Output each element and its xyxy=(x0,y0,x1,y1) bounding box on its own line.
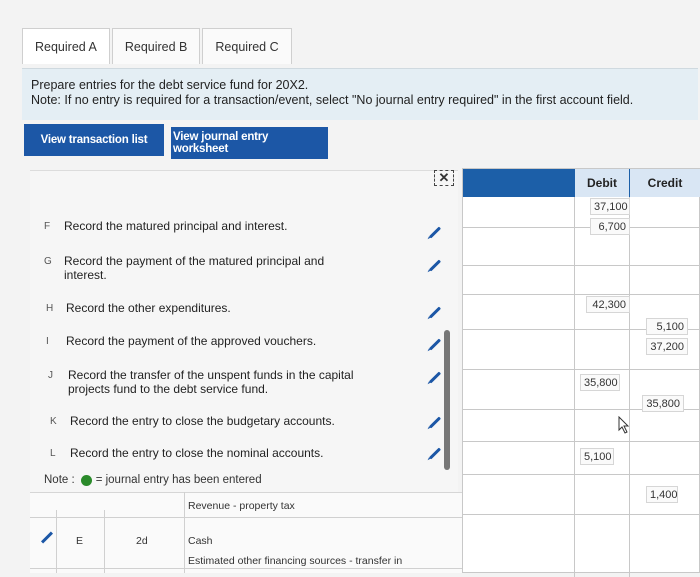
debit-value[interactable]: 5,100 xyxy=(580,448,614,465)
grid-row-line xyxy=(463,474,700,475)
tab-required-b[interactable]: Required B xyxy=(111,28,201,64)
tab-required-c[interactable]: Required C xyxy=(202,28,292,64)
instructions-panel: Prepare entries for the debt service fun… xyxy=(22,68,698,120)
note-text: = journal entry has been entered xyxy=(95,474,262,486)
account-name: Revenue - property tax xyxy=(188,500,295,512)
account-name: Cash xyxy=(188,535,213,547)
grid-row-line xyxy=(463,265,700,266)
transaction-text: Record the entry to close the budgetary … xyxy=(70,414,335,428)
transaction-item-f: F Record the matured principal and inter… xyxy=(44,219,364,234)
grid-row-line xyxy=(463,514,700,515)
grid-divider xyxy=(629,197,630,577)
view-transaction-list-button[interactable]: View transaction list xyxy=(24,124,164,156)
transaction-letter: H xyxy=(46,303,54,314)
grid-row-line xyxy=(463,227,700,228)
journal-grid: Debit Credit xyxy=(462,168,700,577)
grid-row-line xyxy=(463,441,700,442)
debit-value[interactable]: 37,100 xyxy=(590,198,630,215)
debit-value[interactable]: 42,300 xyxy=(586,296,630,313)
grid-divider xyxy=(574,197,575,577)
transaction-text: Record the payment of the approved vouch… xyxy=(66,334,317,348)
transaction-text: Record the payment of the matured princi… xyxy=(64,254,325,282)
transaction-text: Record the transfer of the unspent funds… xyxy=(68,368,354,396)
grid-row-line xyxy=(463,294,700,295)
transaction-item-g: G Record the payment of the matured prin… xyxy=(44,254,354,282)
debit-header: Debit xyxy=(575,169,629,197)
credit-header: Credit xyxy=(630,169,700,197)
table-divider xyxy=(184,492,185,573)
credit-value[interactable]: 35,800 xyxy=(642,395,684,412)
transaction-text: Record the matured principal and interes… xyxy=(64,219,288,233)
instructions-line-1: Prepare entries for the debt service fun… xyxy=(31,78,309,92)
transaction-item-l: L Record the entry to close the nominal … xyxy=(50,446,370,461)
debit-value[interactable]: 6,700 xyxy=(590,218,630,235)
transaction-item-i: I Record the payment of the approved vou… xyxy=(46,334,366,349)
transaction-letter: L xyxy=(50,448,56,459)
note-legend: Note : = journal entry has been entered xyxy=(44,474,262,486)
transaction-item-h: H Record the other expenditures. xyxy=(46,301,366,316)
grid-row-line xyxy=(463,369,700,370)
tab-bar: Required A Required B Required C xyxy=(22,28,294,64)
credit-value[interactable]: 1,400 xyxy=(646,486,678,503)
note-prefix: Note : xyxy=(44,474,75,486)
transaction-text: Record the other expenditures. xyxy=(66,301,231,315)
grid-header: Debit Credit xyxy=(463,169,700,197)
transaction-date: 2d xyxy=(136,535,148,547)
transaction-letter: I xyxy=(46,336,49,347)
table-divider xyxy=(56,510,57,573)
tab-required-a[interactable]: Required A xyxy=(22,28,110,64)
view-journal-entry-worksheet-button[interactable]: View journal entry worksheet xyxy=(171,127,328,159)
instructions-line-2: Note: If no entry is required for a tran… xyxy=(31,93,634,107)
transaction-item-j: J Record the transfer of the unspent fun… xyxy=(48,368,388,396)
transaction-text: Record the entry to close the nominal ac… xyxy=(70,446,324,460)
transaction-letter: J xyxy=(48,370,53,381)
credit-value[interactable]: 5,100 xyxy=(646,318,688,335)
transaction-letter: K xyxy=(50,416,57,427)
entered-dot-icon xyxy=(80,474,92,486)
table-divider xyxy=(104,510,105,573)
account-name: Estimated other financing sources - tran… xyxy=(188,555,403,567)
cursor-icon xyxy=(618,416,630,434)
credit-value[interactable]: 37,200 xyxy=(646,338,688,355)
debit-value[interactable]: 35,800 xyxy=(580,374,620,391)
transaction-item-k: K Record the entry to close the budgetar… xyxy=(50,414,370,429)
table-row-line xyxy=(30,517,462,518)
table-row-line xyxy=(30,568,462,569)
scrollbar[interactable] xyxy=(444,330,450,470)
transaction-letter: F xyxy=(44,221,51,232)
close-icon[interactable]: ✕ xyxy=(434,170,454,186)
transaction-letter: G xyxy=(44,256,52,267)
transaction-label: E xyxy=(76,535,84,547)
